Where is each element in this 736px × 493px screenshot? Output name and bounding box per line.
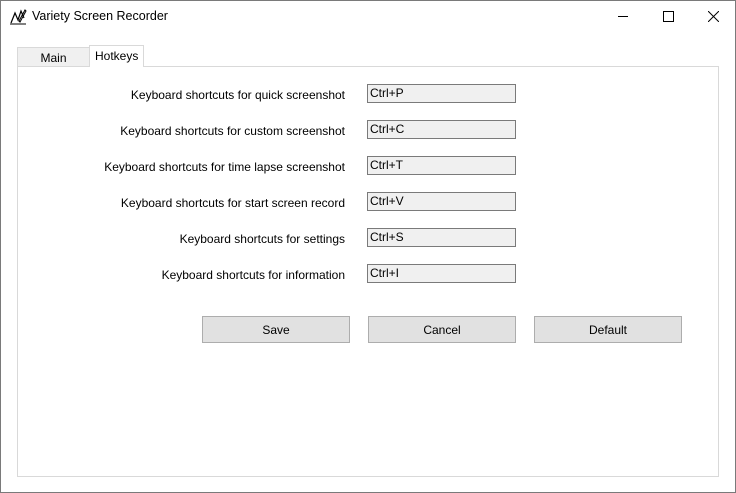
close-icon — [707, 10, 719, 22]
window-title: Variety Screen Recorder — [32, 9, 168, 23]
pencil-signature-icon — [9, 8, 27, 25]
cancel-button[interactable]: Cancel — [368, 316, 516, 343]
minimize-button[interactable] — [600, 1, 646, 31]
information-label: Keyboard shortcuts for information — [161, 268, 345, 282]
settings-hotkey-field[interactable]: Ctrl+S — [367, 228, 516, 247]
time-lapse-screenshot-label: Keyboard shortcuts for time lapse screen… — [104, 160, 345, 174]
maximize-button[interactable] — [645, 1, 691, 31]
start-screen-record-label: Keyboard shortcuts for start screen reco… — [120, 196, 345, 210]
minimize-icon — [618, 16, 628, 17]
information-hotkey-field[interactable]: Ctrl+I — [367, 264, 516, 283]
quick-screenshot-hotkey-field[interactable]: Ctrl+P — [367, 84, 516, 103]
tab-hotkeys[interactable]: Hotkeys — [89, 45, 144, 67]
tab-main-settings[interactable]: Main settings — [17, 47, 90, 85]
default-button[interactable]: Default — [534, 316, 682, 343]
custom-screenshot-label: Keyboard shortcuts for custom screenshot — [120, 124, 345, 138]
quick-screenshot-label: Keyboard shortcuts for quick screenshot — [130, 88, 345, 102]
app-window: Variety Screen Recorder Main settings Ho… — [0, 0, 736, 493]
save-button[interactable]: Save — [202, 316, 350, 343]
settings-label: Keyboard shortcuts for settings — [179, 232, 345, 246]
custom-screenshot-hotkey-field[interactable]: Ctrl+C — [367, 120, 516, 139]
maximize-icon — [662, 10, 674, 22]
title-bar[interactable]: Variety Screen Recorder — [1, 1, 735, 31]
time-lapse-screenshot-hotkey-field[interactable]: Ctrl+T — [367, 156, 516, 175]
start-screen-record-hotkey-field[interactable]: Ctrl+V — [367, 192, 516, 211]
close-button[interactable] — [690, 1, 736, 31]
